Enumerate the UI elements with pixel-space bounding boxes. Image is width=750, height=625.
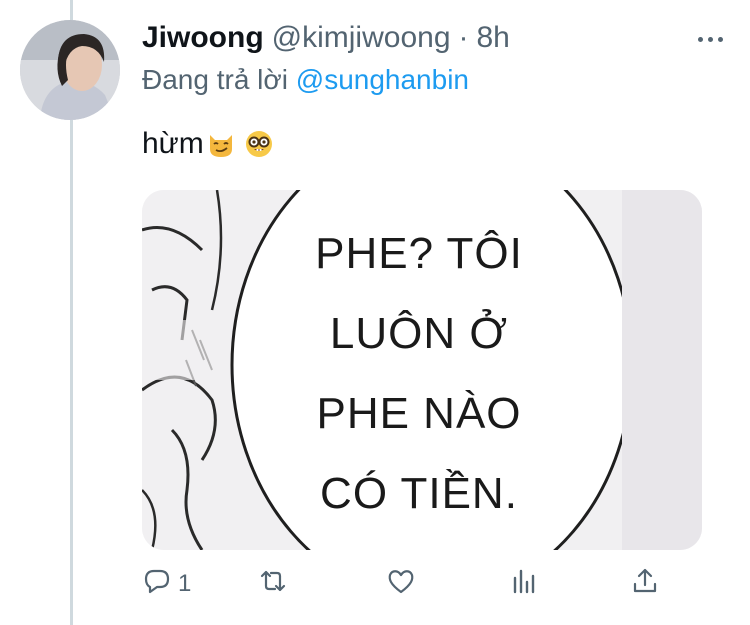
analytics-icon	[508, 566, 538, 603]
retweet-icon	[258, 566, 288, 603]
user-handle[interactable]: @kimjiwoong	[272, 18, 451, 58]
nerd-face-emoji	[244, 129, 274, 159]
reply-count: 1	[178, 570, 192, 597]
share-button[interactable]	[630, 564, 660, 604]
more-options-icon[interactable]	[690, 24, 730, 54]
bubble-line-2: LUÔN Ở	[330, 307, 508, 358]
like-button[interactable]	[386, 564, 416, 604]
retweet-button[interactable]	[258, 564, 288, 604]
replying-to-line: Đang trả lời @sunghanbin	[142, 62, 469, 98]
reply-mention-link[interactable]: @sunghanbin	[296, 64, 469, 95]
timestamp[interactable]: 8h	[477, 18, 510, 58]
bubble-line-1: PHE? TÔI	[315, 228, 523, 278]
analytics-button[interactable]	[508, 564, 538, 604]
display-name[interactable]: Jiwoong	[142, 18, 264, 58]
tweet-header: Jiwoong @kimjiwoong · 8h	[142, 18, 510, 58]
bubble-line-4: CÓ TIỀN.	[320, 468, 518, 518]
smirking-cat-emoji	[206, 129, 236, 159]
replying-to-label: Đang trả lời	[142, 64, 288, 95]
avatar[interactable]	[20, 20, 120, 120]
reply-icon	[142, 566, 172, 603]
separator-dot: ·	[458, 21, 469, 54]
reply-button[interactable]: 1	[142, 564, 191, 604]
tweet-text: hừm	[142, 124, 274, 164]
share-icon	[630, 566, 660, 603]
tweet-text-content: hừm	[142, 127, 204, 160]
action-bar: 1	[142, 564, 702, 604]
bubble-line-3: PHE NÀO	[316, 389, 521, 438]
heart-icon	[386, 566, 416, 603]
media-image[interactable]: PHE? TÔI LUÔN Ở PHE NÀO CÓ TIỀN.	[142, 190, 702, 550]
